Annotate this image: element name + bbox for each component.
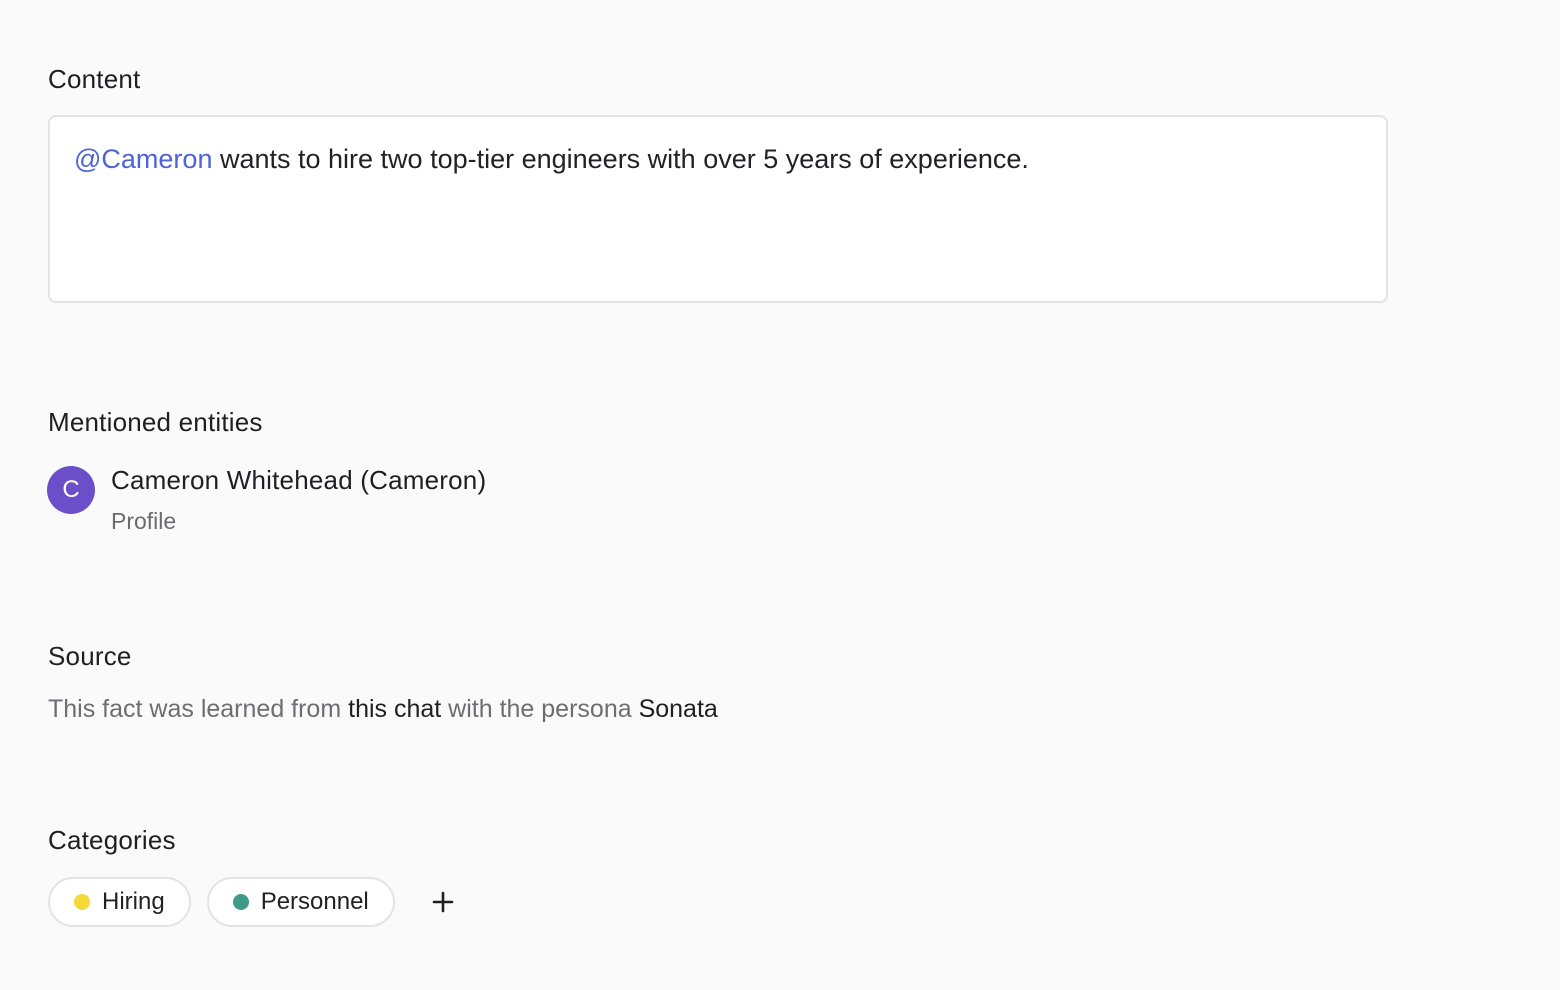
source-middle: with the persona bbox=[441, 695, 639, 723]
entity-type: Profile bbox=[111, 508, 177, 534]
content-section-title: Content bbox=[48, 64, 141, 94]
mentioned-entities-title: Mentioned entities bbox=[48, 407, 263, 437]
source-section-title: Source bbox=[48, 641, 132, 671]
category-label: Personnel bbox=[260, 888, 369, 915]
category-chip-hiring[interactable]: Hiring bbox=[48, 877, 191, 927]
category-chip-personnel[interactable]: Personnel bbox=[206, 877, 395, 927]
source-description: This fact was learned from this chat wit… bbox=[48, 692, 718, 726]
categories-section-title: Categories bbox=[48, 825, 176, 855]
category-label: Hiring bbox=[102, 888, 165, 915]
content-editor[interactable]: @Cameron wants to hire two top-tier engi… bbox=[48, 115, 1388, 303]
entity-text: Cameron Whitehead (Cameron) Profile bbox=[111, 464, 486, 536]
category-color-dot bbox=[74, 894, 90, 910]
avatar: C bbox=[47, 466, 95, 514]
source-prefix: This fact was learned from bbox=[48, 695, 349, 723]
plus-icon bbox=[432, 891, 454, 913]
content-text: wants to hire two top-tier engineers wit… bbox=[212, 144, 1029, 174]
fact-detail-page: Content @Cameron wants to hire two top-t… bbox=[0, 0, 1560, 990]
category-chip-list: Hiring Personnel bbox=[48, 877, 463, 927]
category-color-dot bbox=[232, 894, 249, 910]
mention-link[interactable]: @Cameron bbox=[74, 144, 212, 174]
entity-item[interactable]: C Cameron Whitehead (Cameron) Profile bbox=[47, 464, 486, 536]
source-chat-link[interactable]: this chat bbox=[348, 695, 441, 723]
entity-name[interactable]: Cameron Whitehead (Cameron) bbox=[111, 464, 486, 496]
source-persona-link[interactable]: Sonata bbox=[639, 695, 718, 723]
add-category-button[interactable] bbox=[423, 882, 463, 922]
avatar-initial: C bbox=[62, 476, 80, 503]
